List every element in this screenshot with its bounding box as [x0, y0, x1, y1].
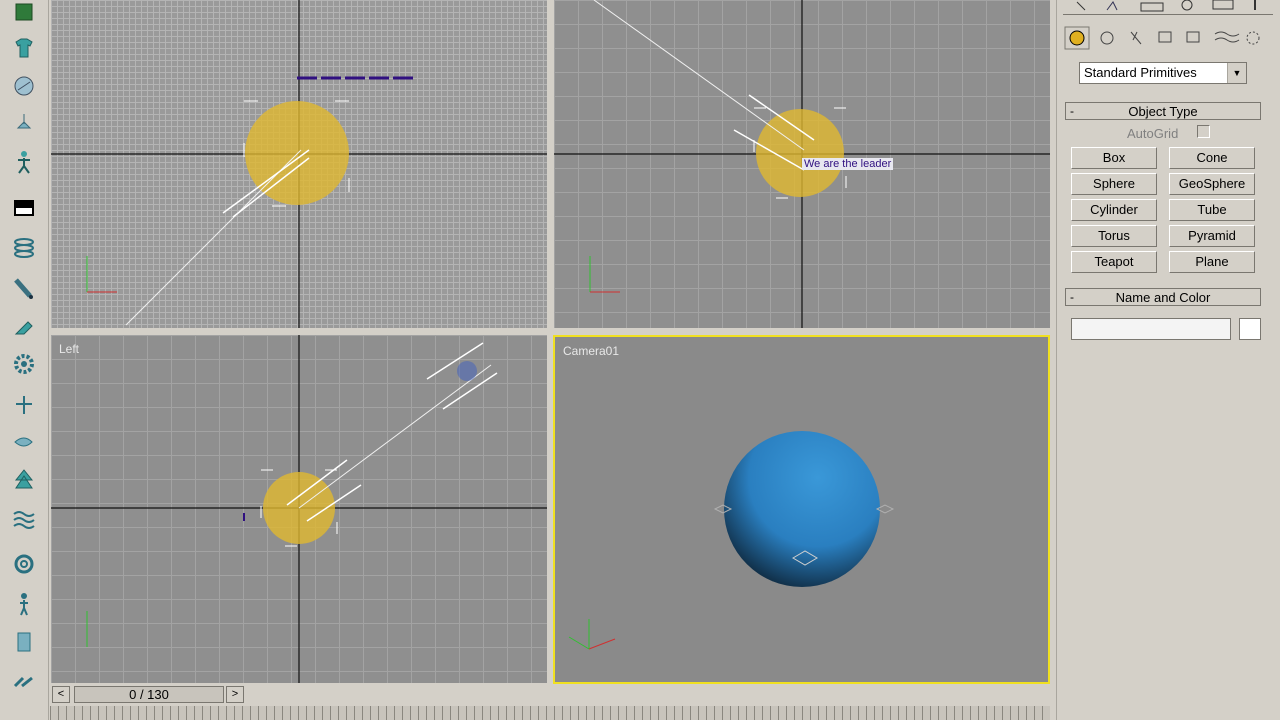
next-frame-button[interactable]: > — [226, 686, 244, 703]
cylinder-icon[interactable] — [10, 628, 38, 656]
sphere-tool-icon[interactable] — [10, 72, 38, 100]
cone-button[interactable]: Cone — [1169, 147, 1255, 169]
brush-icon[interactable] — [10, 274, 38, 302]
autogrid-label: AutoGrid — [1127, 126, 1179, 141]
geosphere-button[interactable]: GeoSphere — [1169, 173, 1255, 195]
viewport-camera-label: Camera01 — [563, 344, 620, 358]
viewport-top-scene — [51, 0, 547, 328]
command-panel: Standard Primitives ▼ - Object Type Auto… — [1056, 0, 1280, 720]
systems-icon — [1246, 31, 1260, 45]
panel-tabs — [1063, 0, 1273, 15]
box-button[interactable]: Box — [1071, 147, 1157, 169]
chevron-down-icon: ▼ — [1227, 63, 1246, 83]
object-name-input[interactable] — [1071, 318, 1231, 340]
plane-button[interactable]: Plane — [1169, 251, 1255, 273]
cameras-icon — [1158, 31, 1172, 43]
pin-icon[interactable] — [10, 390, 38, 418]
lights-icon — [1130, 31, 1142, 45]
time-slider[interactable]: 0 / 130 — [74, 686, 224, 703]
cylinder-button[interactable]: Cylinder — [1071, 199, 1157, 221]
viewport-left[interactable]: Left — [51, 335, 547, 683]
front-annotation: We are the leader — [802, 158, 894, 170]
tube-button[interactable]: Tube — [1169, 199, 1255, 221]
track-bar[interactable] — [50, 706, 1050, 720]
sphere-button[interactable]: Sphere — [1071, 173, 1157, 195]
viewport-camera-scene — [568, 431, 895, 650]
geometry-icon — [1069, 30, 1085, 46]
viewport-left-scene — [51, 335, 547, 683]
tree-icon[interactable] — [10, 466, 38, 494]
object-color-swatch[interactable] — [1239, 318, 1261, 340]
figure-icon[interactable] — [10, 148, 38, 176]
object-type-title: Object Type — [1128, 104, 1198, 119]
prev-frame-button[interactable]: < — [52, 686, 70, 703]
link-icon[interactable] — [10, 668, 38, 696]
viewport-front[interactable]: We are the leader — [554, 0, 1050, 328]
fish-icon[interactable] — [10, 428, 38, 456]
lamp-icon[interactable] — [10, 110, 38, 138]
name-color-title: Name and Color — [1115, 290, 1211, 305]
viewport-top[interactable] — [51, 0, 547, 328]
tshirt-icon[interactable] — [10, 34, 38, 62]
shapes-icon — [1100, 31, 1114, 45]
torus-button[interactable]: Torus — [1071, 225, 1157, 247]
gear-icon[interactable] — [10, 350, 38, 378]
name-color-rollout-header[interactable]: - Name and Color — [1065, 288, 1261, 306]
left-toolbar — [0, 0, 49, 720]
wave-icon[interactable] — [10, 504, 38, 532]
teapot-button[interactable]: Teapot — [1071, 251, 1157, 273]
autogrid-checkbox[interactable] — [1197, 125, 1210, 138]
pyramid-button[interactable]: Pyramid — [1169, 225, 1255, 247]
panel-tab-icons[interactable] — [1063, 0, 1273, 14]
primitives-dropdown[interactable]: Standard Primitives ▼ — [1079, 62, 1247, 84]
paint-icon[interactable] — [10, 312, 38, 340]
object-icon[interactable] — [10, 0, 38, 28]
person-icon[interactable] — [10, 590, 38, 618]
knot-icon[interactable] — [10, 550, 38, 578]
spring-icon[interactable] — [10, 234, 38, 262]
time-slider-bar: < 0 / 130 > — [50, 684, 1050, 704]
primitives-dropdown-value: Standard Primitives — [1084, 65, 1197, 80]
object-type-rollout-header[interactable]: - Object Type — [1065, 102, 1261, 120]
window-icon[interactable] — [10, 194, 38, 222]
category-icons — [1063, 26, 1273, 50]
space-warps-icon — [1214, 31, 1240, 43]
helpers-icon — [1186, 31, 1200, 43]
viewport-camera[interactable]: Camera01 — [553, 335, 1050, 684]
viewport-left-label: Left — [59, 342, 80, 356]
